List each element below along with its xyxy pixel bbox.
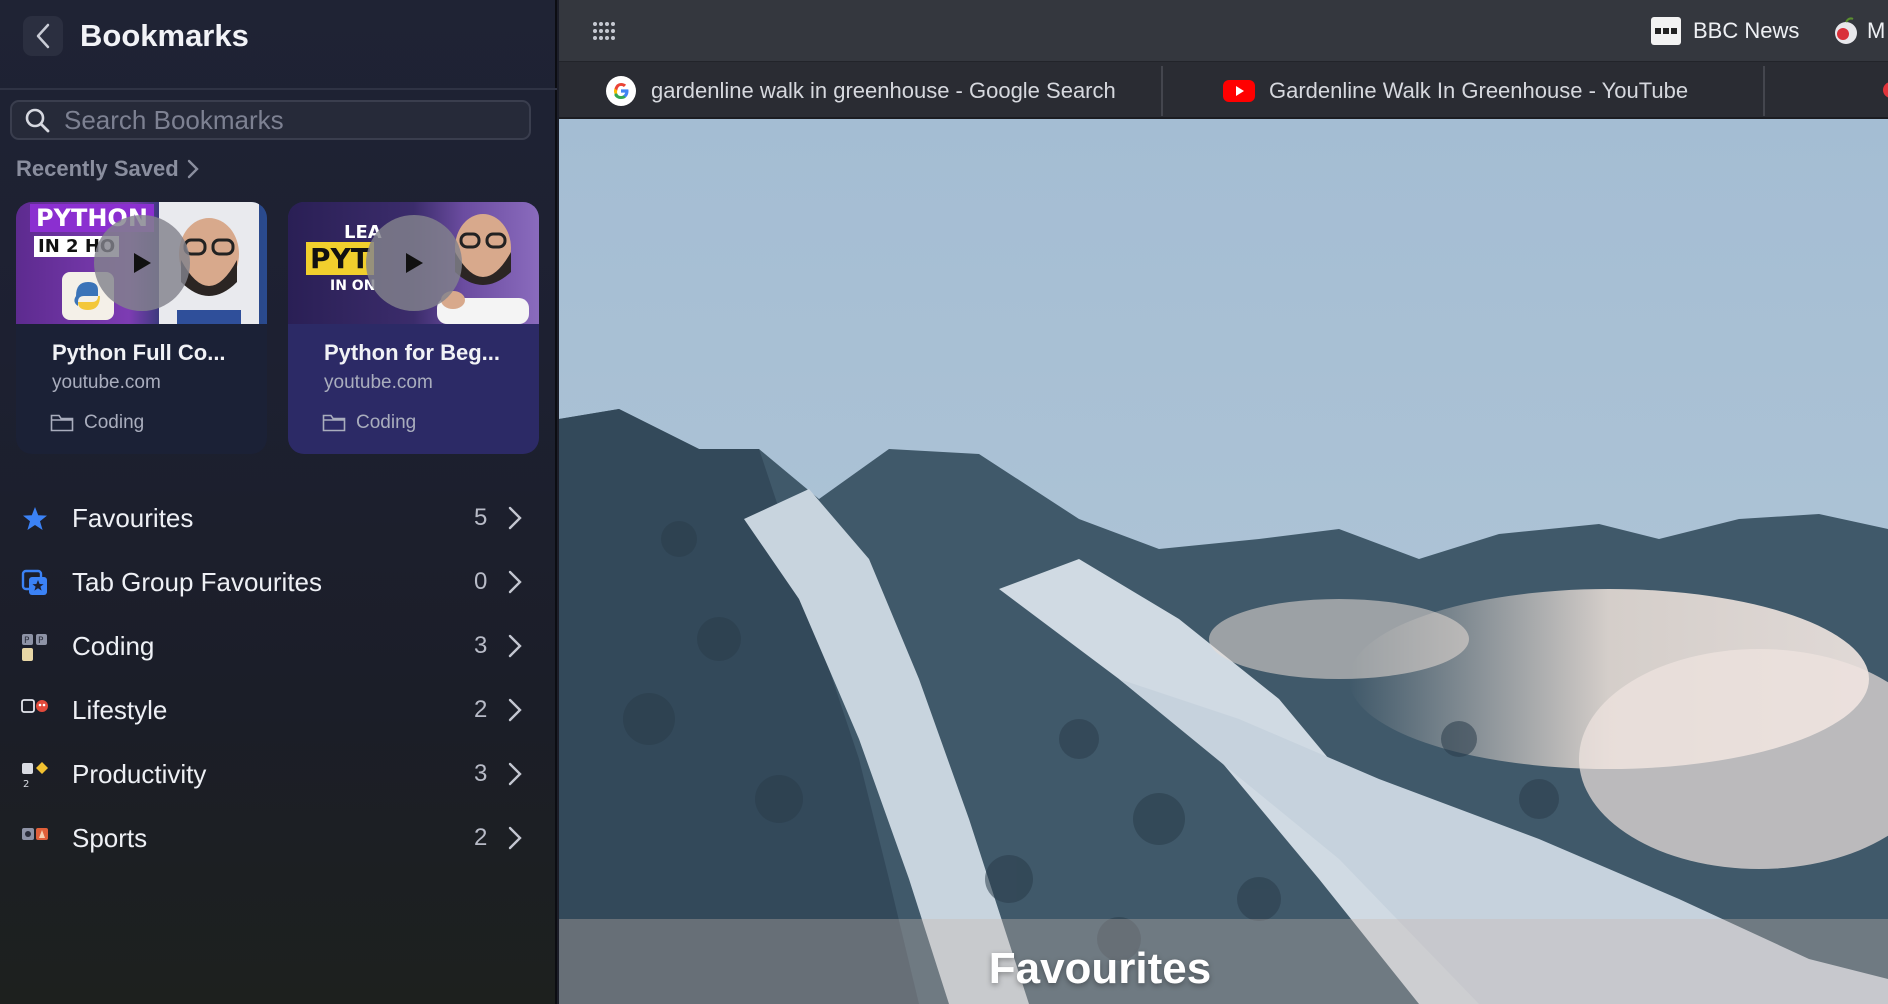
grid-icon [593,22,615,40]
chevron-right-icon [508,826,522,850]
card-site: youtube.com [52,372,161,393]
bookmark-folder-list: Favourites 5 Tab Group Favourites 0 P P … [0,486,557,870]
tab-bar: gardenline walk in greenhouse - Google S… [559,62,1888,119]
chevron-left-icon [36,23,50,49]
folder-label: Favourites [72,502,194,533]
bookmark-item[interactable]: M [1831,16,1885,46]
folder-count: 5 [474,504,488,531]
chevron-right-icon [508,634,522,658]
folder-row-favourites[interactable]: Favourites 5 [0,486,557,550]
bookmarks-bar: BBC News M [559,0,1888,62]
recent-bookmark-card[interactable]: LEA PYT IN ON Python for Beg... youtube.… [288,202,539,454]
folder-label: Productivity [72,758,207,789]
bookmark-label: M [1867,18,1886,43]
svg-text:P: P [24,636,30,646]
favourites-heading: Favourites [988,944,1212,993]
play-button[interactable] [366,215,462,311]
card-title: Python for Beg... [324,340,500,365]
folder-label: Sports [72,822,148,853]
sports-folder-icon [22,828,48,840]
folder-icon [50,414,74,432]
card-folder: Coding [50,412,144,434]
productivity-folder-icon: 2 [22,762,48,790]
card-folder-label: Coding [84,412,145,433]
partial-favicon-icon [1883,82,1888,98]
tab-title: gardenline walk in greenhouse - Google S… [651,77,1116,103]
play-icon [406,253,423,273]
recently-saved-label: Recently Saved [16,156,179,181]
play-button[interactable] [94,215,190,311]
chevron-right-icon [508,698,522,722]
youtube-icon [1223,79,1255,102]
apps-grid-button[interactable] [592,21,616,46]
folder-count: 3 [474,632,488,659]
bookmark-bbc-news[interactable]: BBC News [1651,17,1799,45]
play-icon [134,253,151,273]
star-icon [23,507,47,530]
tab-divider [1763,66,1765,116]
bbc-logo-icon [1651,17,1681,45]
bookmark-label: BBC News [1693,18,1800,43]
tab-youtube[interactable]: Gardenline Walk In Greenhouse - YouTube [1223,62,1688,119]
folder-count: 3 [474,760,488,787]
bookmarks-sidebar: Bookmarks Recently Saved PYTHON IN 2 HO [0,0,557,1004]
card-folder-label: Coding [356,412,417,433]
folder-row-productivity[interactable]: 2 Productivity 3 [0,742,557,806]
coding-folder-icon: P P [22,634,47,661]
folder-count: 0 [474,568,488,595]
chevron-right-icon [508,570,522,594]
apple-icon [1835,17,1857,44]
chevron-right-icon [508,762,522,786]
folder-label: Tab Group Favourites [72,566,323,597]
folder-label: Coding [72,630,155,661]
folder-row-lifestyle[interactable]: Lifestyle 2 [0,678,557,742]
tab-google-search[interactable]: gardenline walk in greenhouse - Google S… [605,62,1116,119]
recently-saved-link[interactable]: Recently Saved [16,156,199,182]
thumbnail-text: PYT [306,242,374,275]
folder-count: 2 [474,824,488,851]
folder-icon [322,414,346,432]
card-title: Python Full Co... [52,340,226,365]
recent-bookmark-card[interactable]: PYTHON IN 2 HO Python Full Co... youtube… [16,202,267,454]
google-icon [606,75,636,106]
search-icon [24,107,50,133]
lifestyle-folder-icon [21,699,48,713]
svg-text:P: P [38,636,44,646]
chevron-right-icon [187,159,199,179]
start-page-background [559,119,1888,1004]
folder-row-tab-group-favourites[interactable]: Tab Group Favourites 0 [0,550,557,614]
card-folder: Coding [322,412,416,434]
folder-row-sports[interactable]: Sports 2 [0,806,557,870]
tab-divider [1161,66,1163,116]
browser-main: BBC News M gardenline walk in greenhouse… [559,0,1888,1004]
sidebar-title: Bookmarks [80,18,249,53]
back-button[interactable] [23,16,63,56]
tab-title: Gardenline Walk In Greenhouse - YouTube [1269,77,1689,103]
svg-text:2: 2 [23,779,29,790]
video-thumbnail: LEA PYT IN ON [288,202,539,324]
tab-group-icon [21,569,47,595]
search-input[interactable] [64,104,504,136]
folder-label: Lifestyle [72,694,168,725]
sidebar-header: Bookmarks [0,0,557,90]
chevron-right-icon [508,506,522,530]
card-site: youtube.com [324,372,433,393]
folder-count: 2 [474,696,488,723]
folder-row-coding[interactable]: P P Coding 3 [0,614,557,678]
search-field[interactable] [10,100,531,140]
video-thumbnail: PYTHON IN 2 HO [16,202,267,324]
